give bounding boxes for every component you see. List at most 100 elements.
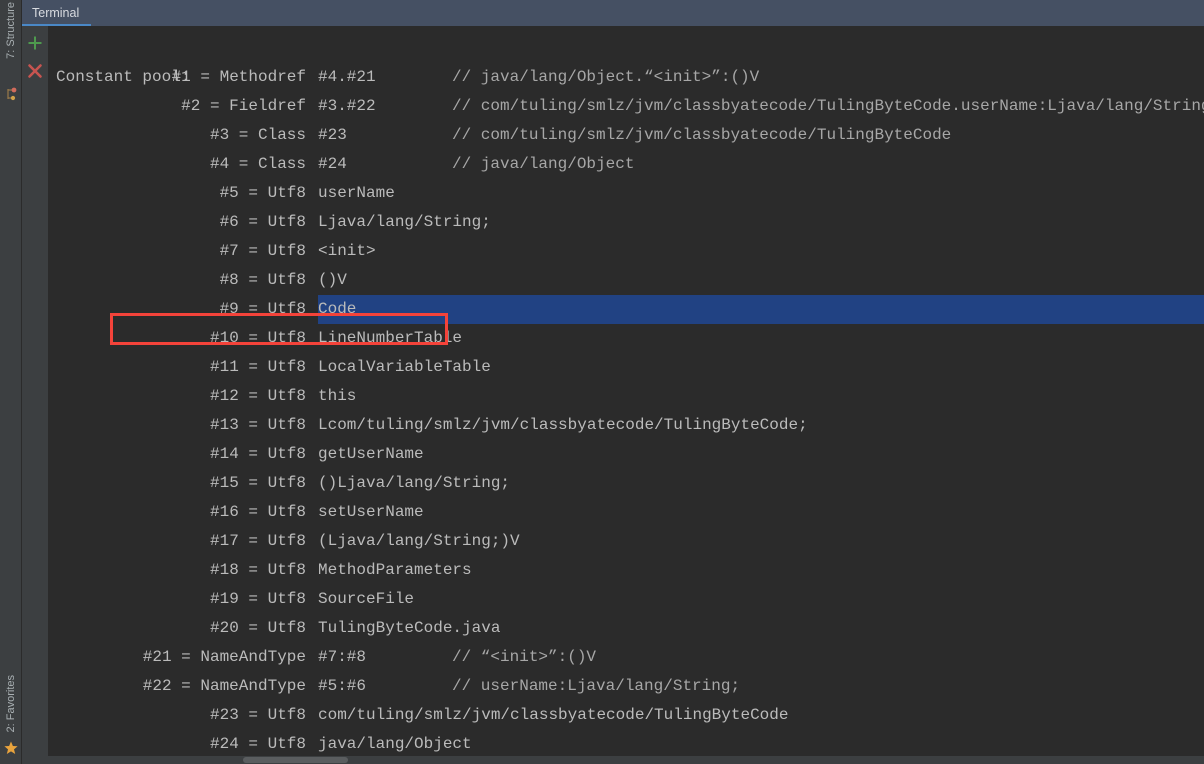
- constant-pool-value: #23: [318, 126, 347, 144]
- terminal-lines: Constant pool: #1 = Methodref #4.#21 // ja…: [48, 26, 1204, 759]
- constant-pool-row[interactable]: #23 = Utf8 com/tuling/smlz/jvm/classbyate…: [48, 701, 1204, 730]
- terminal-tool-window-root: 7: Structure 2: Favorites Terminal Const…: [0, 0, 1204, 764]
- constant-pool-row[interactable]: #2 = Fieldref #3.#22 // com/tuling/smlz/jv…: [48, 92, 1204, 121]
- constant-pool-comment: // java/lang/Object.“<init>”:()V: [452, 68, 760, 86]
- constant-pool-value: java/lang/Object: [318, 735, 472, 753]
- constant-pool-row[interactable]: #3 = Class #23 // com/tuling/smlz/jvm/clas…: [48, 121, 1204, 150]
- terminal-tab[interactable]: Terminal: [22, 0, 92, 26]
- constant-pool-row[interactable]: #6 = Utf8 Ljava/lang/String;: [48, 208, 1204, 237]
- constant-pool-value: #7:#8: [318, 648, 367, 666]
- constant-pool-row[interactable]: #20 = Utf8 TulingByteCode.java: [48, 614, 1204, 643]
- structure-icon: [3, 86, 19, 102]
- constant-pool-index: #16 = Utf8: [209, 503, 306, 521]
- plus-icon: [28, 36, 42, 50]
- constant-pool-value: #4.#21: [318, 68, 376, 86]
- constant-pool-index: #11 = Utf8: [209, 358, 306, 376]
- terminal-tab-label: Terminal: [32, 6, 80, 20]
- constant-pool-index: #22 = NameAndType: [142, 677, 306, 695]
- constant-pool-row[interactable]: #7 = Utf8 <init>: [48, 237, 1204, 266]
- constant-pool-value: this: [318, 387, 357, 405]
- constant-pool-index: #12 = Utf8: [209, 387, 306, 405]
- sidebar-tab-favorites-label: 2: Favorites: [5, 674, 17, 732]
- left-tool-strip: 7: Structure 2: Favorites: [0, 0, 22, 764]
- constant-pool-index: #20 = Utf8: [209, 619, 306, 637]
- constant-pool-value: Code: [318, 300, 357, 318]
- constant-pool-row[interactable]: #5 = Utf8 userName: [48, 179, 1204, 208]
- constant-pool-index: #2 = Fieldref: [181, 97, 306, 115]
- constant-pool-value: LineNumberTable: [318, 329, 463, 347]
- constant-pool-value: com/tuling/smlz/jvm/classbyatecode/Tulin…: [318, 706, 789, 724]
- constant-pool-comment: // com/tuling/smlz/jvm/classbyatecode/Tu…: [452, 126, 952, 144]
- constant-pool-index: #4 = Class: [209, 155, 306, 173]
- sidebar-tab-structure-label: 7: Structure: [5, 2, 17, 59]
- horizontal-scrollbar-thumb[interactable]: [243, 757, 348, 763]
- terminal-header-bar: Terminal: [22, 0, 1204, 26]
- constant-pool-value: getUserName: [318, 445, 424, 463]
- constant-pool-index: #8 = Utf8: [219, 271, 306, 289]
- constant-pool-row[interactable]: #12 = Utf8 this: [48, 382, 1204, 411]
- constant-pool-index: #24 = Utf8: [209, 735, 306, 753]
- constant-pool-value: #24: [318, 155, 347, 173]
- constant-pool-value: setUserName: [318, 503, 424, 521]
- constant-pool-row[interactable]: #15 = Utf8 ()Ljava/lang/String;: [48, 469, 1204, 498]
- constant-pool-row[interactable]: #17 = Utf8 (Ljava/lang/String;)V: [48, 527, 1204, 556]
- constant-pool-row[interactable]: #9 = Utf8 Code: [48, 295, 1204, 324]
- constant-pool-comment: // java/lang/Object: [452, 155, 635, 173]
- constant-pool-index: #13 = Utf8: [209, 416, 306, 434]
- constant-pool-value: #3.#22: [318, 97, 376, 115]
- constant-pool-value: (Ljava/lang/String;)V: [318, 532, 520, 550]
- close-icon: [28, 64, 42, 78]
- terminal-output[interactable]: Constant pool: #1 = Methodref #4.#21 // ja…: [48, 26, 1204, 764]
- constant-pool-index: #15 = Utf8: [209, 474, 306, 492]
- constant-pool-index: #3 = Class: [209, 126, 306, 144]
- constant-pool-row[interactable]: #11 = Utf8 LocalVariableTable: [48, 353, 1204, 382]
- constant-pool-comment: // com/tuling/smlz/jvm/classbyatecode/Tu…: [452, 97, 1204, 115]
- selection-highlight: [318, 295, 1204, 324]
- terminal-line-header: Constant pool:: [48, 34, 1204, 86]
- constant-pool-value: SourceFile: [318, 590, 415, 608]
- constant-pool-index: #7 = Utf8: [219, 242, 306, 260]
- star-icon: [3, 740, 19, 756]
- terminal-panel: Terminal Constant pool: #1 = Methodref #…: [22, 0, 1204, 764]
- constant-pool-value: ()V: [318, 271, 347, 289]
- constant-pool-row[interactable]: #19 = Utf8 SourceFile: [48, 585, 1204, 614]
- constant-pool-index: #6 = Utf8: [219, 213, 306, 231]
- constant-pool-row[interactable]: #4 = Class #24 // java/lang/Object: [48, 150, 1204, 179]
- constant-pool-row[interactable]: #16 = Utf8 setUserName: [48, 498, 1204, 527]
- constant-pool-comment: // userName:Ljava/lang/String;: [452, 677, 741, 695]
- sidebar-tab-favorites[interactable]: 2: Favorites: [0, 675, 22, 734]
- constant-pool-row[interactable]: #22 = NameAndType #5:#6 // userName:Ljava/…: [48, 672, 1204, 701]
- constant-pool-index: #9 = Utf8: [219, 300, 306, 318]
- constant-pool-index: #1 = Methodref: [171, 68, 306, 86]
- constant-pool-index: #21 = NameAndType: [142, 648, 306, 666]
- close-session-button[interactable]: [24, 60, 46, 82]
- constant-pool-value: #5:#6: [318, 677, 367, 695]
- constant-pool-row[interactable]: #10 = Utf8 LineNumberTable: [48, 324, 1204, 353]
- constant-pool-index: #17 = Utf8: [209, 532, 306, 550]
- constant-pool-index: #14 = Utf8: [209, 445, 306, 463]
- constant-pool-row[interactable]: #21 = NameAndType #7:#8 // “<init>”:()V: [48, 643, 1204, 672]
- constant-pool-value: userName: [318, 184, 395, 202]
- constant-pool-row[interactable]: #8 = Utf8 ()V: [48, 266, 1204, 295]
- constant-pool-row[interactable]: #1 = Methodref #4.#21 // java/lang/Object.…: [48, 63, 1204, 92]
- constant-pool-index: #23 = Utf8: [209, 706, 306, 724]
- constant-pool-row[interactable]: #14 = Utf8 getUserName: [48, 440, 1204, 469]
- constant-pool-index: #18 = Utf8: [209, 561, 306, 579]
- constant-pool-value: LocalVariableTable: [318, 358, 491, 376]
- constant-pool-index: #19 = Utf8: [209, 590, 306, 608]
- constant-pool-comment: // “<init>”:()V: [452, 648, 597, 666]
- horizontal-scrollbar[interactable]: [48, 756, 1204, 764]
- constant-pool-value: MethodParameters: [318, 561, 472, 579]
- constant-pool-value: ()Ljava/lang/String;: [318, 474, 511, 492]
- constant-pool-value: <init>: [318, 242, 376, 260]
- constant-pool-value: Lcom/tuling/smlz/jvm/classbyatecode/Tuli…: [318, 416, 808, 434]
- terminal-toolbar: [22, 26, 48, 764]
- new-session-button[interactable]: [24, 32, 46, 54]
- constant-pool-row[interactable]: #18 = Utf8 MethodParameters: [48, 556, 1204, 585]
- constant-pool-value: Ljava/lang/String;: [318, 213, 491, 231]
- constant-pool-index: #10 = Utf8: [209, 329, 306, 347]
- constant-pool-row[interactable]: #24 = Utf8 java/lang/Object: [48, 730, 1204, 759]
- constant-pool-index: #5 = Utf8: [219, 184, 306, 202]
- sidebar-tab-structure[interactable]: 7: Structure: [0, 2, 22, 61]
- constant-pool-row[interactable]: #13 = Utf8 Lcom/tuling/smlz/jvm/classbyat…: [48, 411, 1204, 440]
